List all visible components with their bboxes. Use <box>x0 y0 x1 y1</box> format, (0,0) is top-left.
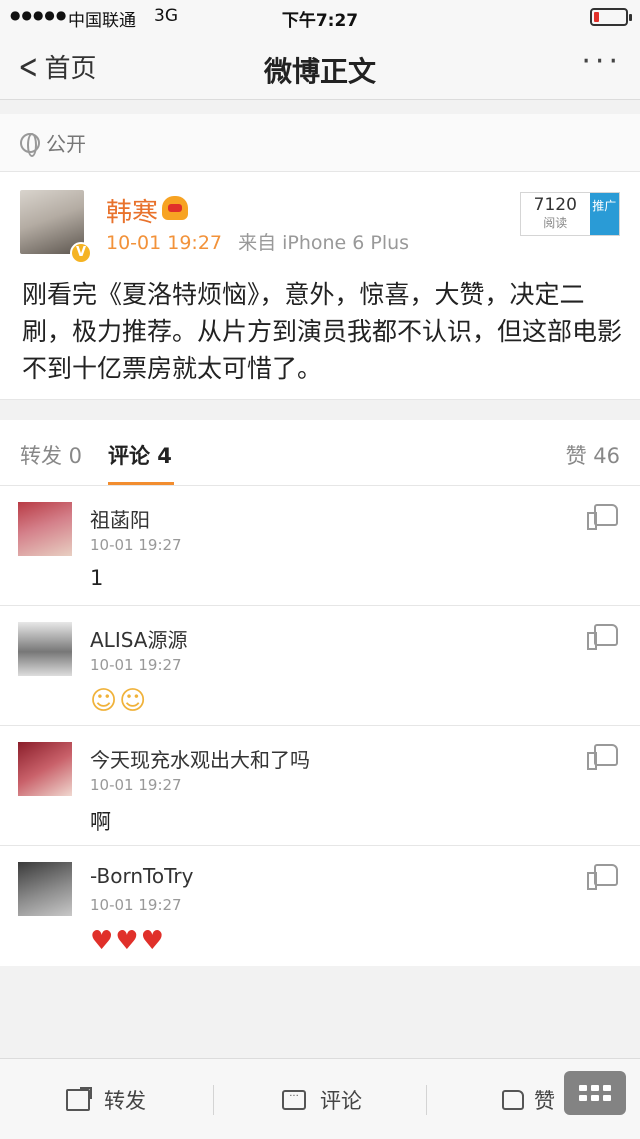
thumbs-up-icon[interactable] <box>587 624 618 650</box>
post-meta: 10-01 19:27 来自 iPhone 6 Plus <box>106 228 409 255</box>
verified-badge-icon: V <box>70 242 92 264</box>
more-options-button[interactable]: ··· <box>581 44 622 79</box>
comment-list: 祖菡阳 10-01 19:27 1 ALISA源源 10-01 19:27 ☺☺… <box>0 486 640 966</box>
comment-button[interactable]: ··· 评论 <box>282 1085 362 1115</box>
comment-icon: ··· <box>282 1090 306 1110</box>
read-count: 7120 阅读 <box>521 193 590 235</box>
grid-menu-icon[interactable] <box>564 1071 626 1115</box>
post-timestamp: 10-01 19:27 <box>106 232 223 254</box>
status-time: 下午7:27 <box>281 11 359 31</box>
visibility-row: 公开 <box>0 114 640 172</box>
tab-reposts[interactable]: 转发 0 <box>20 440 82 470</box>
like-label: 赞 <box>534 1089 555 1113</box>
comment-item: 今天现充水观出大和了吗 10-01 19:27 啊 <box>0 726 640 846</box>
thumbs-up-icon[interactable] <box>587 504 618 530</box>
commenter-avatar[interactable] <box>18 862 72 916</box>
commenter-name[interactable]: ALISA源源 <box>90 624 187 653</box>
read-count-value: 7120 <box>533 195 577 215</box>
commenter-name[interactable]: 今天现充水观出大和了吗 <box>90 744 310 773</box>
post-card: V 韩寒 10-01 19:27 来自 iPhone 6 Plus 7120 阅… <box>0 172 640 400</box>
comment-item: -BornToTry 10-01 19:27 ♥♥♥ <box>0 846 640 966</box>
vip-crown-icon <box>162 196 188 220</box>
thumbs-up-icon <box>502 1090 524 1110</box>
repost-label: 转发 <box>104 1089 146 1113</box>
commenter-avatar[interactable] <box>18 622 72 676</box>
active-tab-indicator <box>108 482 174 485</box>
commenter-avatar[interactable] <box>18 502 72 556</box>
comment-label: 评论 <box>320 1089 362 1113</box>
commenter-name[interactable]: 祖菡阳 <box>90 504 150 533</box>
toolbar-divider <box>213 1085 214 1115</box>
comment-item: ALISA源源 10-01 19:27 ☺☺ <box>0 606 640 726</box>
promote-button[interactable]: 推广 <box>589 193 619 235</box>
comment-text: 啊 <box>90 810 111 834</box>
read-count-badge[interactable]: 7120 阅读 推广 <box>520 192 620 236</box>
battery-icon <box>590 8 632 26</box>
post-content: 刚看完《夏洛特烦恼》，意外，惊喜，大赞，决定二刷，极力推荐。从片方到演员我都不认… <box>22 280 623 383</box>
comment-time: 10-01 19:27 <box>90 776 182 794</box>
read-count-label: 阅读 <box>543 216 568 230</box>
status-bar: ●●●●● 中国联通 3G 下午7:27 <box>0 0 640 34</box>
toolbar-divider <box>426 1085 427 1115</box>
navigation-bar: < 首页 微博正文 ··· <box>0 34 640 100</box>
post-source: 来自 iPhone 6 Plus <box>238 232 410 254</box>
tab-likes[interactable]: 赞 46 <box>566 440 620 470</box>
thumbs-up-icon[interactable] <box>587 864 618 890</box>
thumbs-up-icon[interactable] <box>587 744 618 770</box>
page-title: 微博正文 <box>263 55 376 88</box>
comment-time: 10-01 19:27 <box>90 536 182 554</box>
top-bar: ●●●●● 中国联通 3G 下午7:27 < 首页 微博正文 ··· <box>0 0 640 100</box>
comment-text: 1 <box>90 566 104 590</box>
smile-emoji-icon: ☺☺ <box>90 686 149 716</box>
globe-icon <box>20 132 40 157</box>
comment-time: 10-01 19:27 <box>90 656 182 674</box>
heart-emoji-icon: ♥♥♥ <box>90 926 166 956</box>
author-name[interactable]: 韩寒 <box>106 192 158 229</box>
bottom-toolbar: 转发 ··· 评论 赞 <box>0 1058 640 1139</box>
comment-item: 祖菡阳 10-01 19:27 1 <box>0 486 640 606</box>
visibility-label: 公开 <box>46 132 86 156</box>
tab-comments[interactable]: 评论 4 <box>108 440 172 470</box>
commenter-name[interactable]: -BornToTry <box>90 864 193 888</box>
like-button[interactable]: 赞 <box>502 1085 555 1115</box>
commenter-avatar[interactable] <box>18 742 72 796</box>
repost-button[interactable]: 转发 <box>66 1085 146 1115</box>
comment-time: 10-01 19:27 <box>90 896 182 914</box>
share-icon <box>66 1087 92 1111</box>
interaction-tabs: 转发 0 评论 4 赞 46 <box>0 420 640 486</box>
